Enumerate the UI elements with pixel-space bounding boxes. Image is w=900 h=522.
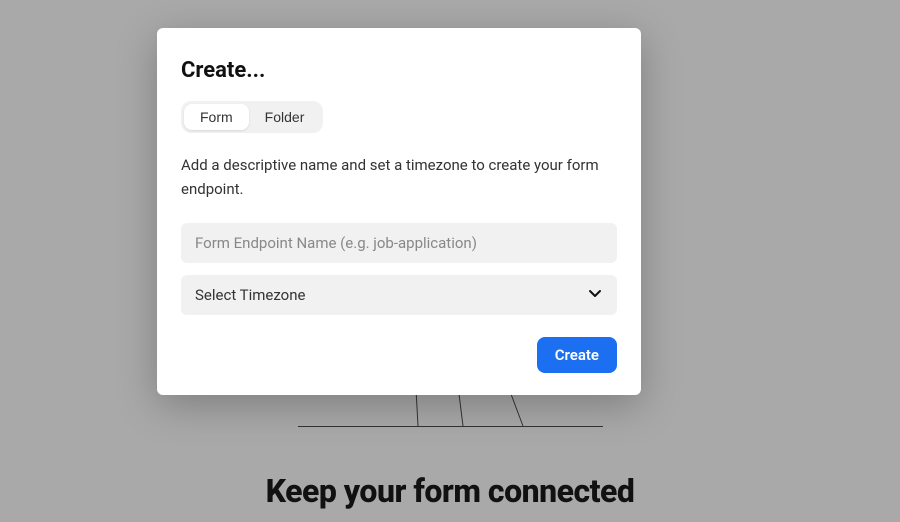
timezone-select[interactable]: Select Timezone	[181, 275, 617, 315]
background-heading: Keep your form connected	[266, 472, 635, 510]
timezone-select-wrapper: Select Timezone	[181, 275, 617, 315]
create-button[interactable]: Create	[537, 337, 617, 373]
modal-title: Create...	[181, 58, 617, 83]
modal-description: Add a descriptive name and set a timezon…	[181, 153, 617, 201]
create-modal: Create... Form Folder Add a descriptive …	[157, 28, 641, 395]
form-name-input[interactable]	[181, 223, 617, 263]
tab-folder[interactable]: Folder	[249, 104, 321, 130]
modal-footer: Create	[181, 337, 617, 373]
tab-group: Form Folder	[181, 101, 323, 133]
tab-form[interactable]: Form	[184, 104, 249, 130]
